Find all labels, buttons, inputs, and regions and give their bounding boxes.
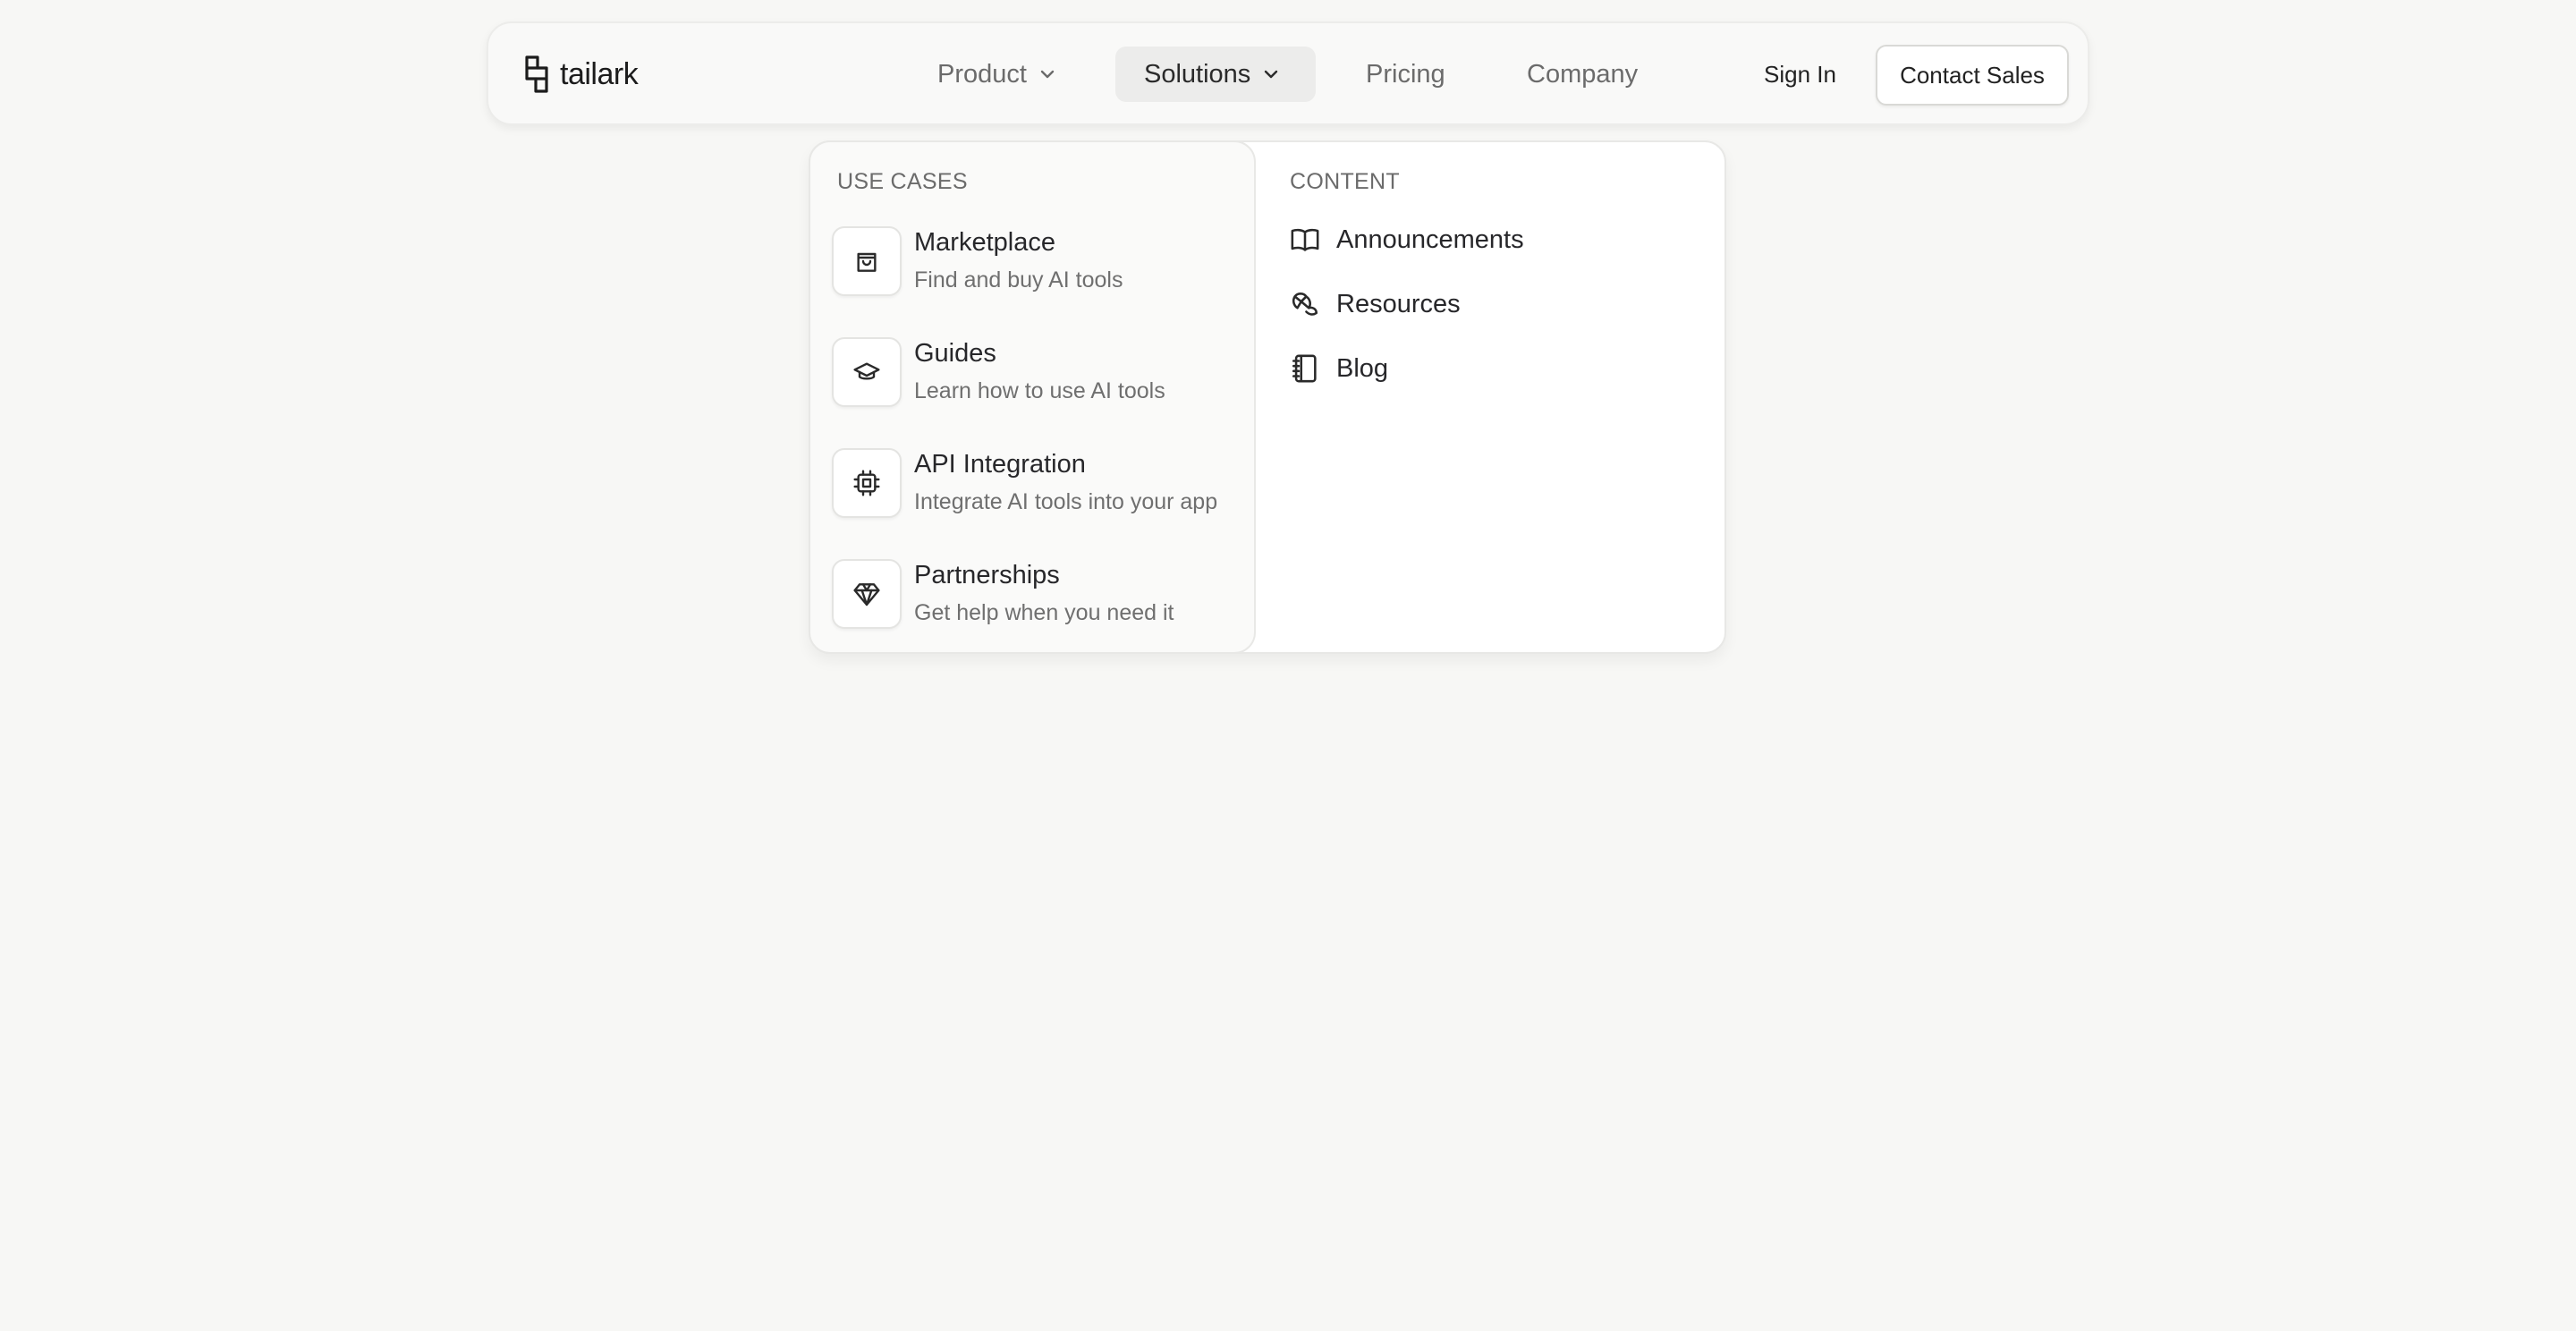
- brand-name: tailark: [560, 56, 639, 91]
- use-case-description: Integrate AI tools into your app: [914, 489, 1218, 514]
- nav-product-label: Product: [937, 59, 1027, 89]
- sign-in-button[interactable]: Sign In: [1764, 47, 1836, 102]
- gem-icon: [853, 583, 880, 606]
- nav-solutions-label: Solutions: [1144, 59, 1251, 89]
- use-case-title: Partnerships: [914, 561, 1060, 589]
- content-item-blog[interactable]: Blog: [1290, 348, 1388, 389]
- open-book-icon: [1291, 228, 1319, 251]
- use-case-description: Learn how to use AI tools: [914, 378, 1165, 403]
- contact-sales-button[interactable]: Contact Sales: [1876, 45, 2069, 106]
- tailark-logo-icon: [525, 55, 548, 93]
- cpu-chip-icon: [853, 470, 880, 496]
- content-item-label: Announcements: [1336, 225, 1524, 254]
- navbar: tailark Product Solutions Pricing Compan…: [487, 21, 2089, 125]
- nav-product[interactable]: Product: [937, 47, 1055, 102]
- use-cases-heading: USE CASES: [837, 169, 968, 194]
- content-heading: CONTENT: [1290, 169, 1400, 194]
- nav-pricing[interactable]: Pricing: [1366, 47, 1445, 102]
- chevron-down-icon: [1040, 70, 1055, 79]
- nav-pricing-label: Pricing: [1366, 59, 1445, 89]
- use-case-description: Get help when you need it: [914, 600, 1174, 625]
- content-item-label: Blog: [1336, 353, 1389, 383]
- nav-company[interactable]: Company: [1527, 47, 1638, 102]
- use-case-icon-box: [832, 559, 902, 629]
- notebook-icon: [1292, 354, 1317, 383]
- croissant-icon: [1292, 292, 1318, 316]
- chevron-down-icon: [1265, 70, 1278, 79]
- content-item-label: Resources: [1336, 289, 1461, 318]
- content-item-resources[interactable]: Resources: [1290, 284, 1461, 325]
- use-case-description: Find and buy AI tools: [914, 267, 1123, 292]
- use-cases-panel: USE CASES Marketplace Find and buy AI to…: [809, 140, 1256, 654]
- use-case-icon-box: [832, 337, 902, 407]
- use-case-title: API Integration: [914, 450, 1086, 479]
- use-case-marketplace[interactable]: Marketplace Find and buy AI tools: [832, 226, 1252, 296]
- use-case-api-integration[interactable]: API Integration Integrate AI tools into …: [832, 448, 1252, 518]
- use-case-icon-box: [832, 226, 902, 296]
- shopping-bag-icon: [857, 252, 877, 272]
- use-case-title: Guides: [914, 339, 996, 368]
- use-case-icon-box: [832, 448, 902, 518]
- nav-company-label: Company: [1527, 59, 1639, 89]
- graduation-cap-icon: [853, 362, 880, 380]
- content-item-announcements[interactable]: Announcements: [1290, 219, 1524, 260]
- use-case-title: Marketplace: [914, 228, 1055, 257]
- nav-solutions[interactable]: Solutions: [1115, 47, 1316, 102]
- brand-logo[interactable]: tailark: [524, 54, 639, 95]
- solutions-dropdown: USE CASES Marketplace Find and buy AI to…: [809, 140, 1726, 654]
- use-case-partnerships[interactable]: Partnerships Get help when you need it: [832, 559, 1252, 629]
- use-case-guides[interactable]: Guides Learn how to use AI tools: [832, 337, 1252, 407]
